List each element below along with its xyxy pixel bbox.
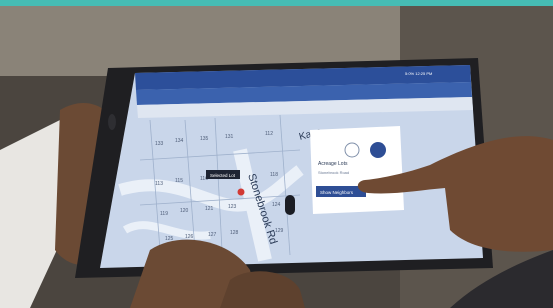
photo-scene: 1331341351311121131151161171181191201211… [0, 0, 553, 308]
lot-number: 124 [272, 202, 281, 208]
panel-title: Acreage Lots [318, 161, 348, 167]
map-pin-icon[interactable] [237, 188, 245, 196]
lot-number: 119 [160, 211, 168, 217]
map-callout-label: Selected Lot [210, 173, 236, 178]
status-time: 5:0% 12:25 PM [405, 71, 432, 76]
lot-number: 118 [270, 172, 278, 178]
location-icon[interactable] [370, 142, 386, 158]
navigation-arrow-icon[interactable] [285, 195, 295, 215]
lot-number: 127 [208, 232, 217, 238]
lot-number: 131 [225, 134, 234, 140]
show-neighbors-label: Show Neighbors [320, 190, 354, 195]
lot-number: 126 [185, 234, 194, 240]
panel-subtitle: Stonebrook Road [318, 170, 349, 175]
tablet-home-button-icon[interactable] [108, 114, 116, 130]
lot-number: 133 [155, 141, 164, 147]
lot-number: 115 [175, 178, 183, 184]
lot-number: 123 [228, 204, 237, 210]
tablet-photo: 1331341351311121131151161171181191201211… [0, 6, 553, 308]
lot-number: 128 [230, 230, 239, 236]
lot-number: 120 [180, 208, 189, 214]
layers-icon[interactable] [344, 142, 360, 158]
lot-number: 112 [265, 131, 273, 137]
lot-number: 113 [155, 181, 163, 187]
lot-number: 134 [175, 138, 184, 144]
lot-number: 135 [200, 136, 209, 142]
lot-number: 121 [205, 206, 214, 212]
